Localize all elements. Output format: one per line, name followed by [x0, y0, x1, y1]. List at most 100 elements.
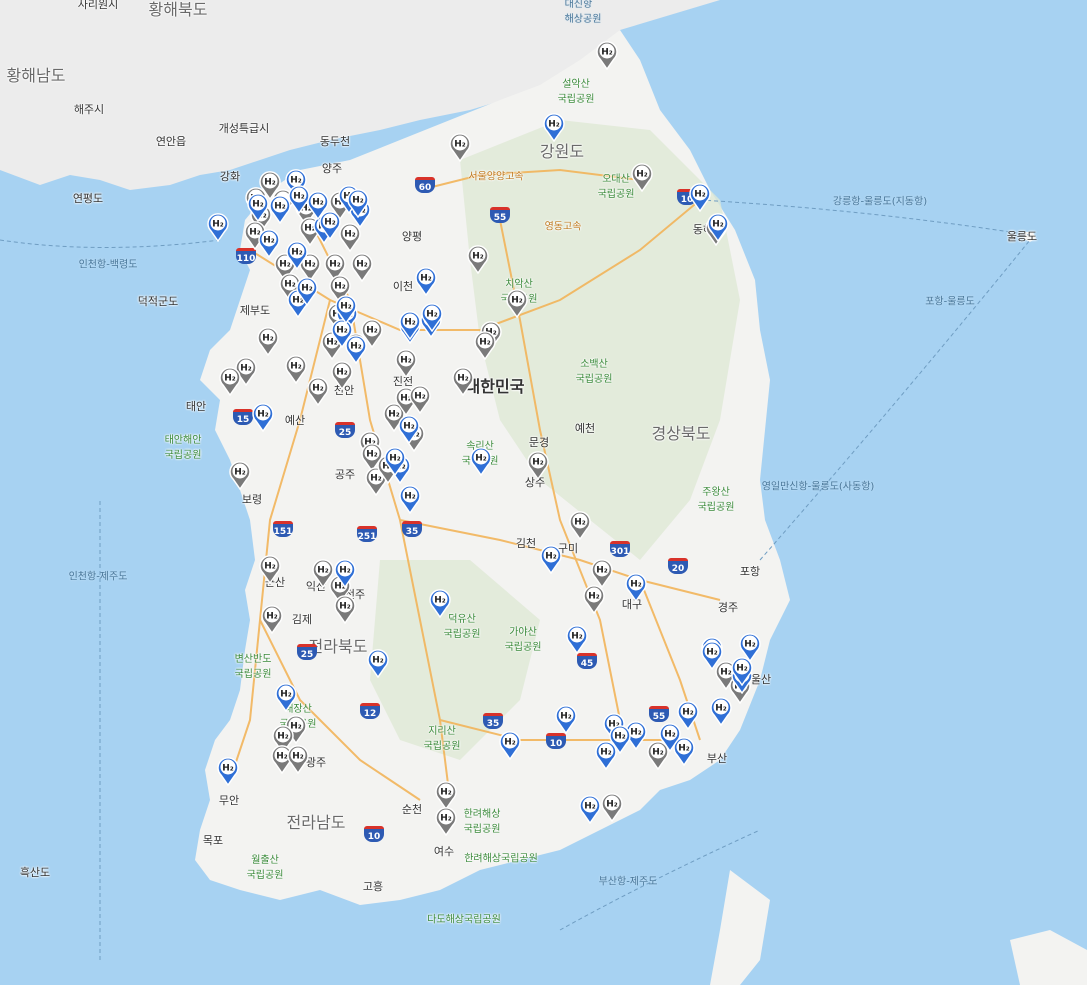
station-glyph: H₂: [682, 708, 694, 718]
hydrogen-station-marker-gray[interactable]: H₂: [229, 460, 251, 491]
map-canvas[interactable]: 황해북도 황해남도 강원도 경상북도 전라북도 전라남도 대한민국 사리원시 해주시 연안읍 개성특…: [0, 0, 1087, 985]
hydrogen-station-marker-blue[interactable]: H₂: [335, 294, 357, 325]
hydrogen-station-marker-gray[interactable]: H₂: [261, 604, 283, 635]
hydrogen-station-marker-blue[interactable]: H₂: [625, 572, 647, 603]
hydrogen-station-marker-gray[interactable]: H₂: [569, 510, 591, 541]
highway-shield: 45: [577, 653, 597, 669]
hydrogen-station-marker-blue[interactable]: H₂: [275, 682, 297, 713]
hydrogen-station-marker-blue[interactable]: H₂: [540, 544, 562, 575]
hydrogen-pin-icon: H₂: [252, 403, 274, 433]
hydrogen-station-marker-gray[interactable]: H₂: [452, 366, 474, 397]
hydrogen-pin-icon: H₂: [399, 485, 421, 515]
station-glyph: H₂: [293, 192, 305, 202]
hydrogen-station-marker-gray[interactable]: H₂: [409, 384, 431, 415]
province-label: 경상북도: [651, 424, 711, 443]
hydrogen-station-marker-blue[interactable]: H₂: [731, 656, 753, 687]
station-glyph: H₂: [588, 592, 600, 602]
city-label: 공주: [334, 468, 356, 481]
hydrogen-station-marker-gray[interactable]: H₂: [449, 132, 471, 163]
hydrogen-station-marker-blue[interactable]: H₂: [579, 794, 601, 825]
hydrogen-station-marker-blue[interactable]: H₂: [288, 184, 310, 215]
hydrogen-station-marker-blue[interactable]: H₂: [499, 730, 521, 761]
hydrogen-station-marker-gray[interactable]: H₂: [331, 360, 353, 391]
hydrogen-pin-icon: H₂: [229, 461, 251, 491]
hydrogen-station-marker-blue[interactable]: H₂: [701, 640, 723, 671]
hydrogen-station-marker-gray[interactable]: H₂: [596, 40, 618, 71]
hydrogen-station-marker-gray[interactable]: H₂: [583, 584, 605, 615]
hydrogen-pin-icon: H₂: [429, 589, 451, 619]
station-glyph: H₂: [472, 252, 484, 262]
hydrogen-station-marker-blue[interactable]: H₂: [707, 212, 729, 243]
hydrogen-pin-icon: H₂: [506, 289, 528, 319]
hydrogen-station-marker-blue[interactable]: H₂: [334, 558, 356, 589]
station-glyph: H₂: [262, 334, 274, 344]
sea-route-label: 부산항-제주도: [598, 876, 658, 888]
hydrogen-station-marker-blue[interactable]: H₂: [367, 648, 389, 679]
hydrogen-station-marker-blue[interactable]: H₂: [207, 212, 229, 243]
city-label: 덕적군도: [137, 295, 179, 308]
hydrogen-station-marker-gray[interactable]: H₂: [527, 450, 549, 481]
highway-shield: 55: [649, 706, 669, 722]
hydrogen-station-marker-blue[interactable]: H₂: [543, 112, 565, 143]
hydrogen-station-marker-gray[interactable]: H₂: [435, 806, 457, 837]
hydrogen-station-marker-blue[interactable]: H₂: [296, 276, 318, 307]
hydrogen-station-marker-blue[interactable]: H₂: [399, 310, 421, 341]
hydrogen-station-marker-gray[interactable]: H₂: [219, 366, 241, 397]
hydrogen-station-marker-gray[interactable]: H₂: [285, 354, 307, 385]
city-label: 순천: [401, 803, 423, 816]
hydrogen-station-marker-blue[interactable]: H₂: [319, 210, 341, 241]
hydrogen-station-marker-blue[interactable]: H₂: [247, 192, 269, 223]
hydrogen-station-marker-blue[interactable]: H₂: [258, 228, 280, 259]
hydrogen-station-marker-gray[interactable]: H₂: [259, 554, 281, 585]
hydrogen-station-marker-gray[interactable]: H₂: [351, 252, 373, 283]
hydrogen-station-marker-blue[interactable]: H₂: [429, 588, 451, 619]
province-label: 전라남도: [286, 813, 346, 832]
hydrogen-station-marker-blue[interactable]: H₂: [217, 756, 239, 787]
hydrogen-pin-icon: H₂: [435, 807, 457, 837]
hydrogen-pin-icon: H₂: [287, 745, 309, 775]
city-label: 양주: [321, 162, 343, 175]
hydrogen-station-marker-blue[interactable]: H₂: [347, 188, 369, 219]
hydrogen-station-marker-blue[interactable]: H₂: [659, 722, 681, 753]
highway-shield: 251: [357, 526, 377, 542]
hydrogen-station-marker-gray[interactable]: H₂: [506, 288, 528, 319]
hydrogen-station-marker-gray[interactable]: H₂: [467, 244, 489, 275]
station-glyph: H₂: [334, 282, 346, 292]
hydrogen-station-marker-gray[interactable]: H₂: [287, 744, 309, 775]
hydrogen-station-marker-blue[interactable]: H₂: [555, 704, 577, 735]
hydrogen-station-marker-blue[interactable]: H₂: [470, 446, 492, 477]
station-glyph: H₂: [596, 566, 608, 576]
hydrogen-station-marker-gray[interactable]: H₂: [601, 792, 623, 823]
hydrogen-station-marker-blue[interactable]: H₂: [399, 484, 421, 515]
hydrogen-pin-icon: H₂: [555, 705, 577, 735]
hydrogen-pin-icon: H₂: [367, 649, 389, 679]
station-glyph: H₂: [636, 170, 648, 180]
hydrogen-station-marker-gray[interactable]: H₂: [257, 326, 279, 357]
hydrogen-station-marker-gray[interactable]: H₂: [631, 162, 653, 193]
hydrogen-station-marker-blue[interactable]: H₂: [384, 446, 406, 477]
hydrogen-station-marker-gray[interactable]: H₂: [334, 594, 356, 625]
hydrogen-station-marker-blue[interactable]: H₂: [398, 414, 420, 445]
hydrogen-station-marker-blue[interactable]: H₂: [286, 240, 308, 271]
city-label: 무안: [218, 794, 240, 807]
hydrogen-pin-icon: H₂: [527, 451, 549, 481]
station-glyph: H₂: [574, 518, 586, 528]
hydrogen-station-marker-blue[interactable]: H₂: [689, 182, 711, 213]
hydrogen-station-marker-blue[interactable]: H₂: [415, 266, 437, 297]
station-glyph: H₂: [736, 664, 748, 674]
station-glyph: H₂: [475, 454, 487, 464]
hydrogen-station-marker-blue[interactable]: H₂: [566, 624, 588, 655]
hydrogen-station-marker-gray[interactable]: H₂: [474, 330, 496, 361]
hydrogen-station-marker-blue[interactable]: H₂: [252, 402, 274, 433]
city-label: 포항: [739, 565, 761, 578]
hydrogen-station-marker-blue[interactable]: H₂: [609, 724, 631, 755]
station-glyph: H₂: [664, 730, 676, 740]
hydrogen-station-marker-blue[interactable]: H₂: [421, 302, 443, 333]
hydrogen-station-marker-gray[interactable]: H₂: [307, 376, 329, 407]
station-glyph: H₂: [630, 580, 642, 590]
highway-shield: 35: [483, 713, 503, 729]
hydrogen-station-marker-blue[interactable]: H₂: [710, 696, 732, 727]
city-label: 이천: [392, 280, 414, 293]
highway-shield: 301: [610, 541, 630, 557]
hydrogen-station-marker-gray[interactable]: H₂: [395, 348, 417, 379]
